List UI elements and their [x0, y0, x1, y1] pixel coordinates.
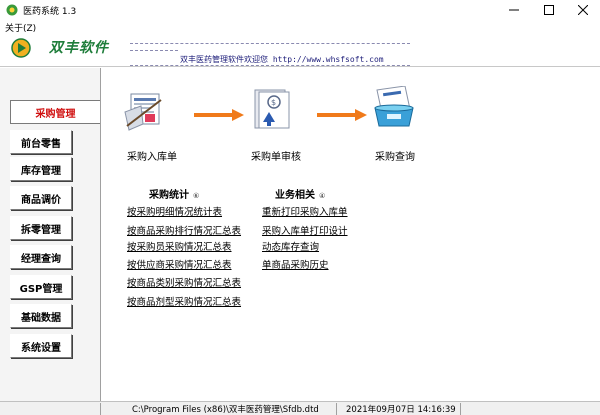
- link-buyer-summary[interactable]: 按采购员采购情况汇总表: [127, 239, 232, 253]
- section-title-text: 采购统计: [149, 190, 189, 201]
- app-icon: [6, 4, 18, 16]
- menu-bar: 关于(Z): [0, 20, 600, 34]
- menu-about[interactable]: 关于(Z): [5, 21, 36, 34]
- link-single-product-history[interactable]: 单商品采购历史: [262, 257, 329, 271]
- link-purchase-detail-stats[interactable]: 按采购明细情况统计表: [127, 204, 222, 218]
- status-datetime: 2021年09月07日 14:16:39: [346, 405, 456, 415]
- section-count: ⑥: [193, 192, 200, 200]
- banner-divider: [130, 50, 178, 51]
- link-dynamic-inventory[interactable]: 动态库存查询: [262, 239, 319, 253]
- status-separator: [336, 403, 337, 415]
- sidebar-item-system-settings[interactable]: 系统设置: [10, 334, 72, 358]
- svg-text:$: $: [271, 98, 276, 107]
- link-category-summary[interactable]: 按商品类别采购情况汇总表: [127, 275, 241, 289]
- sidebar-item-purchase[interactable]: 采购管理: [10, 100, 100, 124]
- arrow-right-icon: [194, 109, 244, 121]
- sidebar-item-retail[interactable]: 前台零售: [10, 130, 72, 154]
- sidebar-item-price-adjust[interactable]: 商品调价: [10, 186, 72, 210]
- logo-icon: [11, 38, 31, 58]
- banner-slogan: 双丰医药管理软件欢迎您 http://www.whsfsoft.com: [180, 55, 384, 64]
- close-button[interactable]: [566, 0, 600, 20]
- banner: 双丰软件 双丰医药管理软件欢迎您 http://www.whsfsoft.com: [0, 34, 600, 67]
- banner-divider: [130, 65, 410, 66]
- logo-text: 双丰软件: [49, 40, 109, 56]
- minimize-button[interactable]: [497, 0, 531, 20]
- section-count: ④: [319, 192, 326, 200]
- step-label-receipt[interactable]: 采购入库单: [127, 148, 177, 163]
- status-bar: C:\Program Files (x86)\双丰医药管理\Sfdb.dtd 2…: [0, 401, 600, 415]
- section-title-text: 业务相关: [275, 190, 315, 201]
- link-product-ranking-summary[interactable]: 按商品采购排行情况汇总表: [127, 223, 241, 237]
- link-reprint-receipt[interactable]: 重新打印采购入库单: [262, 204, 348, 218]
- main-panel: $ 采购入库单 采购单审核 采购查询 采购统计 ⑥ 按采购明细情况统计表 按商品采…: [101, 68, 600, 401]
- section-title-business: 业务相关 ④: [275, 186, 325, 201]
- status-separator: [460, 403, 461, 415]
- arrow-right-icon: [317, 109, 367, 121]
- sidebar-item-gsp[interactable]: GSP管理: [10, 275, 72, 299]
- window-title: 医药系统 1.3: [23, 7, 77, 17]
- minimize-icon: [509, 9, 519, 11]
- title-bar: 医药系统 1.3: [0, 0, 600, 20]
- purchase-query-icon[interactable]: [371, 86, 417, 128]
- close-icon: [578, 5, 588, 15]
- purchase-receipt-icon[interactable]: [121, 90, 167, 132]
- sidebar-item-split[interactable]: 拆零管理: [10, 216, 72, 240]
- sidebar: 采购管理 前台零售 库存管理 商品调价 拆零管理 经理查询 GSP管理 基础数据…: [0, 68, 101, 401]
- link-supplier-summary[interactable]: 按供应商采购情况汇总表: [127, 257, 232, 271]
- banner-divider: [130, 43, 410, 44]
- link-dosage-form-summary[interactable]: 按商品剂型采购情况汇总表: [127, 294, 241, 308]
- status-separator: [100, 403, 101, 415]
- step-label-review[interactable]: 采购单审核: [251, 148, 301, 163]
- link-receipt-print-design[interactable]: 采购入库单打印设计: [262, 223, 348, 237]
- sidebar-item-base-data[interactable]: 基础数据: [10, 304, 72, 328]
- sidebar-item-inventory[interactable]: 库存管理: [10, 157, 72, 181]
- maximize-icon: [544, 5, 554, 15]
- status-db-path: C:\Program Files (x86)\双丰医药管理\Sfdb.dtd: [132, 405, 319, 415]
- step-label-query[interactable]: 采购查询: [375, 148, 415, 163]
- maximize-button[interactable]: [532, 0, 566, 20]
- sidebar-item-manager-query[interactable]: 经理查询: [10, 245, 72, 269]
- section-title-stats: 采购统计 ⑥: [149, 186, 199, 201]
- purchase-review-icon[interactable]: $: [249, 88, 295, 130]
